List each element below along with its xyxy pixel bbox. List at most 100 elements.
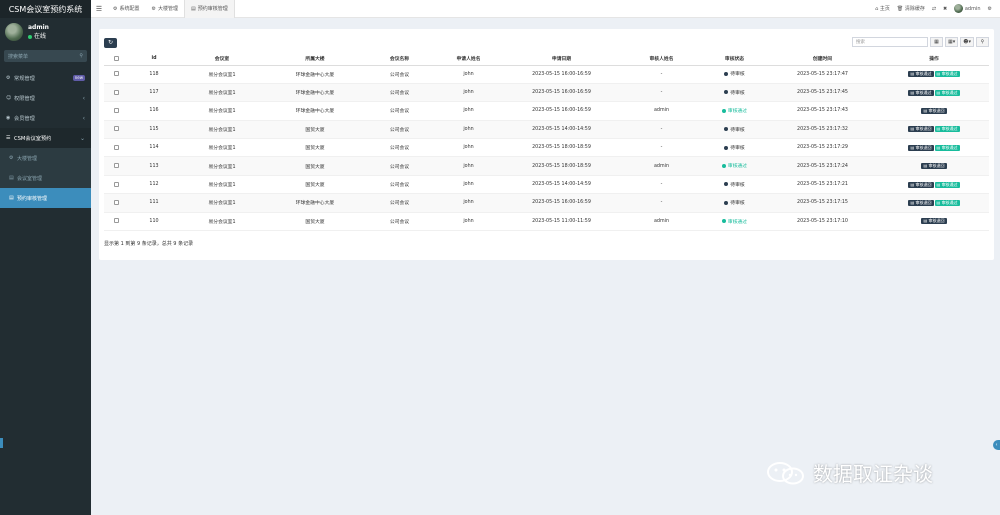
sidebar-handle[interactable] xyxy=(0,438,3,448)
sidebar-item-3[interactable]: ☰ CSM会议室预约 ⌄ xyxy=(0,128,91,148)
review-return-button[interactable]: ▤ 审核通过 xyxy=(908,89,934,96)
sidebar-subitem-2[interactable]: ▤ 预约审核管理 xyxy=(0,188,91,208)
sidebar-item-1[interactable]: ☺ 权限管理 ‹ xyxy=(0,88,91,108)
review-approve-button[interactable]: ▤ 审核通过 xyxy=(934,144,960,151)
column-header[interactable]: 操作 xyxy=(879,53,989,66)
row-checkbox[interactable] xyxy=(104,101,129,121)
translate-icon[interactable]: ⇄ xyxy=(932,6,936,12)
admin-menu[interactable]: admin xyxy=(954,4,981,13)
table-search-input[interactable]: 搜索 xyxy=(852,37,929,47)
file-icon: ▤ xyxy=(910,89,915,95)
review-approve-button[interactable]: ▤ 审核通过 xyxy=(934,199,960,206)
review-approve-button[interactable]: ▤ 审核通过 xyxy=(934,181,960,188)
tab-label: 预约审核管理 xyxy=(197,6,228,12)
select-all-checkbox[interactable] xyxy=(104,53,129,66)
advanced-search-button[interactable]: ⚲ xyxy=(976,37,989,47)
row-checkbox[interactable] xyxy=(104,65,129,84)
cell-actions: ▤ 审核退回 ▤ 审核通过 xyxy=(879,120,989,140)
file-icon: ▤ xyxy=(910,144,915,150)
table-row: 112 易分会议室1 国贸大厦 公司会议 john 2023-05-15 14:00-14… xyxy=(104,175,989,195)
review-approve-button[interactable]: ▤ 审核通过 xyxy=(934,89,960,96)
cell-reviewer: - xyxy=(620,120,703,140)
sidebar-subitem-label: 大楼管理 xyxy=(17,155,38,162)
row-checkbox[interactable] xyxy=(104,138,129,158)
column-header[interactable]: 审核状态 xyxy=(703,53,766,66)
cell-created: 2023-05-15 23:17:24 xyxy=(766,156,879,176)
table-row: 111 易分会议室1 环球金融中心大厦 公司会议 john 2023-05-15 16:0… xyxy=(104,193,989,213)
refresh-button[interactable]: ↻ xyxy=(104,37,117,48)
review-approve-button[interactable]: ▤ 审核通过 xyxy=(934,71,960,78)
column-header[interactable]: 会议室 xyxy=(179,53,265,66)
sidebar-subitem-1[interactable]: ▤ 会议室管理 xyxy=(0,168,91,188)
column-header[interactable]: 审核人姓名 xyxy=(620,53,703,66)
table-toolbar: ↻ 搜索 ▦ ▦▾ ☻▾ ⚲ xyxy=(99,29,994,53)
column-header[interactable]: 申请人姓名 xyxy=(434,53,503,66)
status-label: 待审核 xyxy=(730,72,745,78)
column-header[interactable]: 会议名称 xyxy=(365,53,434,66)
action-label: 审核通过 xyxy=(941,89,958,95)
sidebar-item-0[interactable]: ⚙ 常规管理 new xyxy=(0,68,91,88)
status-badge: 待审核 xyxy=(724,70,745,78)
sidebar-subitem-0[interactable]: ⚙ 大楼管理 xyxy=(0,148,91,168)
review-return-button[interactable]: ▤ 审核通过 xyxy=(908,71,934,78)
cell-reviewer: admin xyxy=(620,101,703,121)
cell-id: 113 xyxy=(129,156,179,176)
cell-created: 2023-05-15 23:17:10 xyxy=(766,212,879,232)
cell-actions: ▤ 审核退回 ▤ 审核通过 xyxy=(879,193,989,213)
row-checkbox[interactable] xyxy=(104,120,129,140)
gear-icon: ⚙ xyxy=(113,5,118,12)
tab-0[interactable]: ⚙ 系统配置 xyxy=(107,0,146,18)
review-return-button[interactable]: ▤ 审核退回 xyxy=(908,199,934,206)
admin-label: admin xyxy=(964,6,981,12)
review-return-button[interactable]: ▤ 审核退回 xyxy=(921,218,947,225)
search-icon[interactable]: ⚲ xyxy=(79,53,83,59)
row-checkbox[interactable] xyxy=(104,156,129,176)
toggle-view-button[interactable]: ▦ xyxy=(930,37,944,47)
status-badge: 审核通过 xyxy=(721,107,748,115)
column-header[interactable]: 所属大楼 xyxy=(265,53,365,66)
list-icon: ☰ xyxy=(6,135,11,141)
row-checkbox[interactable] xyxy=(104,83,129,103)
menu-toggle-icon[interactable]: ☰ xyxy=(91,5,107,13)
column-header[interactable]: 申请日期 xyxy=(503,53,620,66)
sidebar-item-2[interactable]: ◉ 会员管理 ‹ xyxy=(0,108,91,128)
row-checkbox[interactable] xyxy=(104,175,129,195)
file-icon: ▤ xyxy=(191,5,196,12)
file-icon: ▤ xyxy=(936,181,941,187)
sidebar-search-placeholder: 搜索菜单 xyxy=(8,53,29,60)
cell-building: 环球金融中心大厦 xyxy=(265,83,365,103)
home-link[interactable]: ⌂ 主页 xyxy=(875,5,890,12)
clear-cache-button[interactable]: 🗑 清除缓存 xyxy=(897,5,925,12)
fullscreen-icon[interactable]: ✖ xyxy=(943,6,947,12)
sidebar-search-input[interactable]: 搜索菜单 ⚲ xyxy=(4,50,87,62)
home-label: 主页 xyxy=(879,6,890,12)
column-header[interactable]: 创建时间 xyxy=(766,53,879,66)
review-approve-button[interactable]: ▤ 审核通过 xyxy=(934,126,960,133)
cell-date: 2023-05-15 16:00-16:59 xyxy=(503,65,620,84)
column-header[interactable]: id xyxy=(129,53,179,66)
export-button[interactable]: ☻▾ xyxy=(960,37,974,47)
cell-applicant: john xyxy=(434,138,503,158)
tab-2[interactable]: ▤ 预约审核管理 xyxy=(184,0,235,18)
float-toolbar-button[interactable]: ‹ xyxy=(993,440,1000,450)
settings-gear-icon[interactable]: ⚙ xyxy=(988,6,992,12)
file-icon: ▤ xyxy=(910,181,915,187)
status-badge: 待审核 xyxy=(724,144,745,151)
columns-button[interactable]: ▦▾ xyxy=(945,37,959,47)
cell-meeting: 公司会议 xyxy=(365,83,434,103)
review-return-button[interactable]: ▤ 审核退回 xyxy=(908,144,934,151)
review-return-button[interactable]: ▤ 审核退回 xyxy=(921,163,947,170)
clear-cache-label: 清除缓存 xyxy=(904,6,925,12)
status-label: 审核通过 xyxy=(727,109,748,115)
row-checkbox[interactable] xyxy=(104,193,129,213)
cell-id: 111 xyxy=(129,193,179,213)
cell-reviewer: - xyxy=(620,83,703,103)
app-title[interactable]: CSM会议室预约系统 xyxy=(0,0,91,18)
chevron-left-icon: ‹ xyxy=(82,94,85,102)
review-return-button[interactable]: ▤ 审核退回 xyxy=(908,126,934,133)
review-return-button[interactable]: ▤ 审核退回 xyxy=(921,107,947,114)
tab-1[interactable]: ⚙ 大楼管理 xyxy=(146,0,185,18)
cell-id: 110 xyxy=(129,212,179,232)
row-checkbox[interactable] xyxy=(104,212,129,232)
review-return-button[interactable]: ▤ 审核退回 xyxy=(908,181,934,188)
